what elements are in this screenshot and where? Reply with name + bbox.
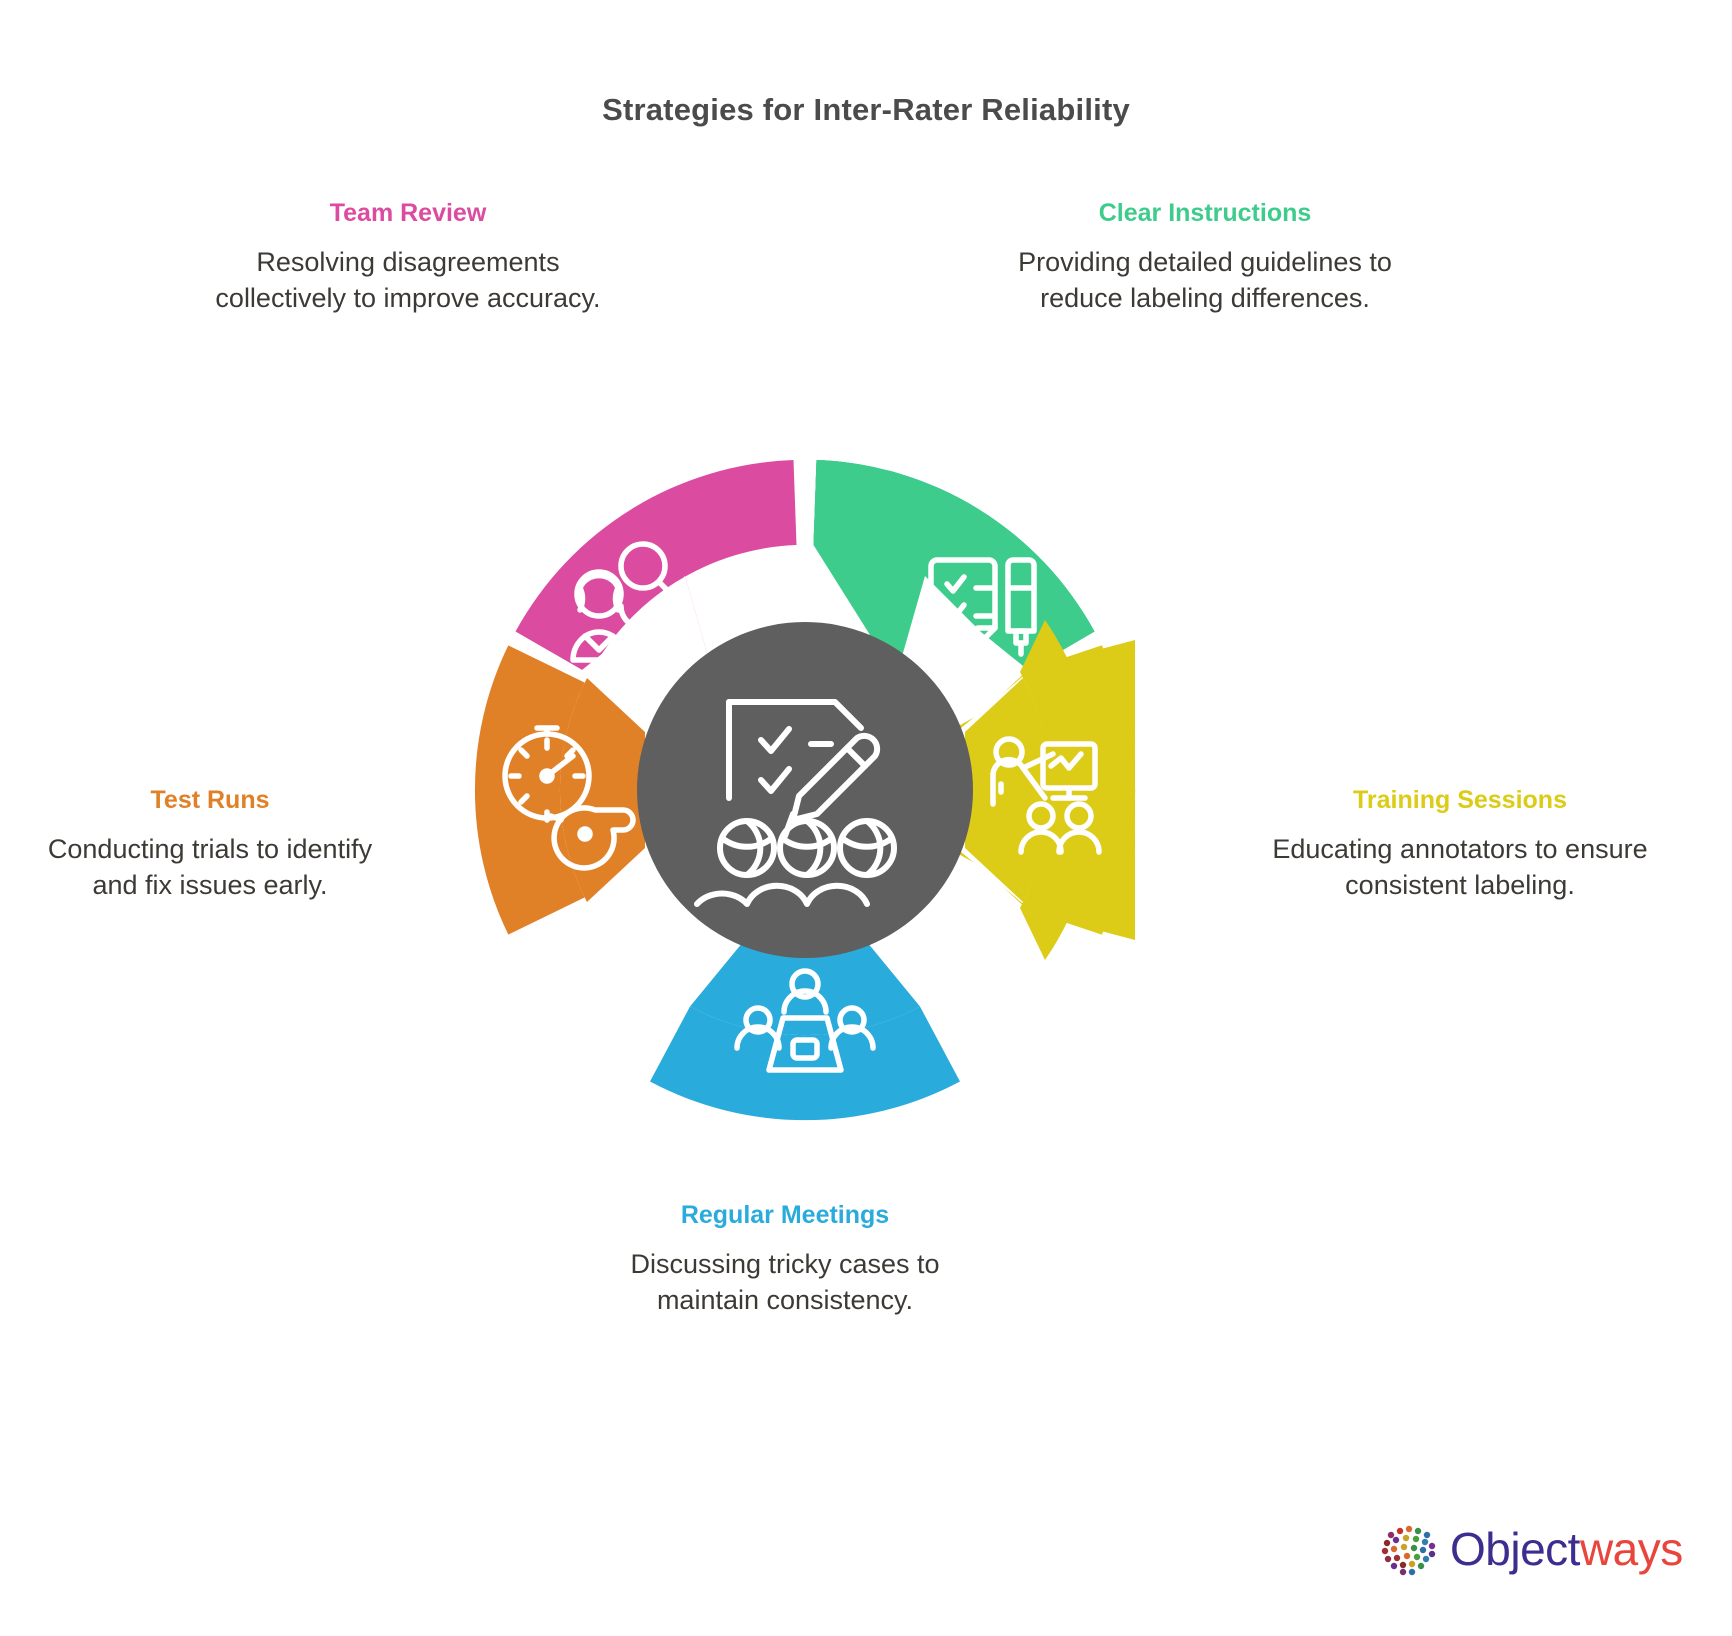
heading-regular-meetings: Regular Meetings — [680, 1201, 890, 1229]
body-training-sessions: Educating annotators to ensure consisten… — [1272, 834, 1648, 901]
body-clear-instructions: Providing detailed guidelines to reduce … — [1018, 247, 1392, 314]
infographic-canvas: Strategies for Inter-Rater Reliability T… — [0, 0, 1732, 1636]
text-block-test-runs: Test Runs Conducting trials to identify … — [30, 785, 390, 904]
body-regular-meetings: Discussing tricky cases to maintain cons… — [630, 1249, 940, 1316]
text-block-regular-meetings: Regular Meetings Discussing tricky cases… — [585, 1200, 985, 1319]
heading-clear-instructions: Clear Instructions — [1098, 199, 1312, 227]
heading-training-sessions: Training Sessions — [1353, 786, 1567, 814]
objectways-logo: Objectways — [1378, 1518, 1683, 1580]
donut-wheel — [390, 375, 1220, 1205]
page-title: Strategies for Inter-Rater Reliability — [602, 92, 1130, 127]
heading-test-runs: Test Runs — [150, 786, 270, 814]
text-block-clear-instructions: Clear Instructions Providing detailed gu… — [1005, 198, 1405, 317]
body-team-review: Resolving disagreements collectively to … — [215, 247, 601, 314]
text-block-team-review: Team Review Resolving disagreements coll… — [208, 198, 608, 317]
logo-text-ways: ways — [1579, 1523, 1683, 1575]
dotted-sphere-icon — [1381, 1522, 1436, 1576]
heading-team-review: Team Review — [329, 199, 487, 227]
text-block-training-sessions: Training Sessions Educating annotators t… — [1260, 785, 1660, 904]
logo-text-object: Object — [1450, 1523, 1580, 1575]
body-test-runs: Conducting trials to identify and fix is… — [47, 834, 373, 901]
logo-wordmark: Objectways — [1450, 1526, 1683, 1572]
